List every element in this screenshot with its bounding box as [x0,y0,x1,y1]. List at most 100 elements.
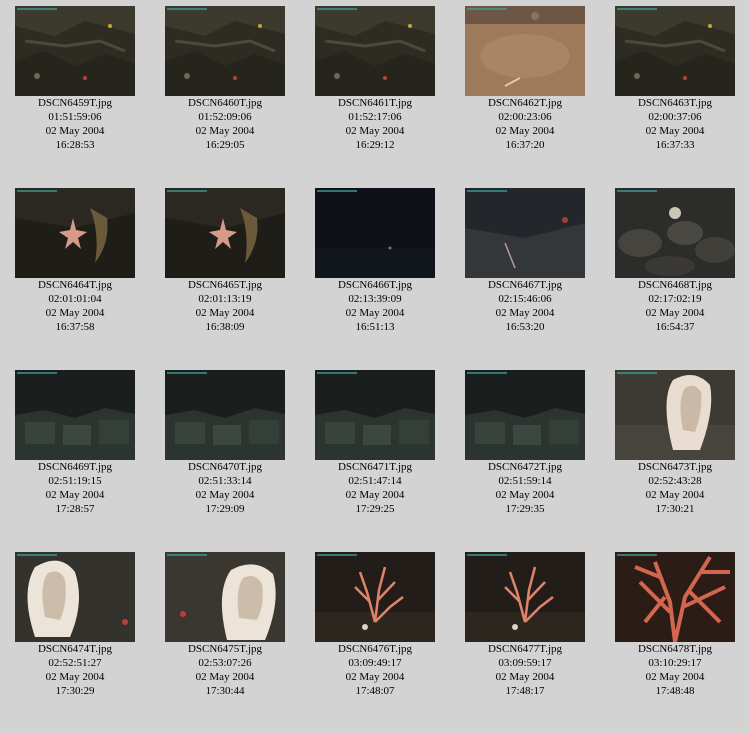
filename-caption: DSCN6475T.jpg [187,643,263,655]
filename-caption: DSCN6465T.jpg [187,279,263,291]
thumbnail-image-link[interactable] [465,188,585,278]
elapsed-caption: 01:51:59:06 [48,111,102,123]
thumbnail-image-link[interactable] [465,6,585,96]
filename-caption: DSCN6476T.jpg [337,643,413,655]
thumbnail-image [315,552,435,642]
thumbnail-image-link[interactable] [165,552,285,642]
thumbnail-image [315,370,435,460]
thumbnail-image [615,6,735,96]
thumbnail-cell: DSCN6469T.jpg 02:51:19:15 02 May 2004 17:28… [5,370,145,516]
thumbnail-image-link[interactable] [15,6,135,96]
thumbnail-image-link[interactable] [15,552,135,642]
elapsed-caption: 02:01:13:19 [198,293,252,305]
thumbnail-image-link[interactable] [165,370,285,460]
time-caption: 16:53:20 [505,321,545,333]
time-caption: 17:30:29 [55,685,95,697]
elapsed-caption: 02:53:07:26 [198,657,252,669]
time-caption: 17:29:25 [355,503,395,515]
elapsed-caption: 02:15:46:06 [498,293,552,305]
elapsed-caption: 01:52:17:06 [348,111,402,123]
filename-caption: DSCN6477T.jpg [487,643,563,655]
thumbnail-image-link[interactable] [165,188,285,278]
time-caption: 17:30:21 [655,503,695,515]
time-caption: 16:38:09 [205,321,245,333]
filename-caption: DSCN6463T.jpg [637,97,713,109]
thumbnail-image [15,6,135,96]
time-caption: 17:29:35 [505,503,545,515]
date-caption: 02 May 2004 [195,125,255,137]
elapsed-caption: 02:52:51:27 [48,657,102,669]
thumbnail-image-link[interactable] [315,188,435,278]
elapsed-caption: 03:10:29:17 [648,657,702,669]
thumbnail-image-link[interactable] [315,552,435,642]
thumbnail-image-link[interactable] [15,370,135,460]
filename-caption: DSCN6460T.jpg [187,97,263,109]
thumbnail-cell: DSCN6461T.jpg 01:52:17:06 02 May 2004 16:29… [305,6,445,152]
date-caption: 02 May 2004 [495,307,555,319]
thumbnail-cell: DSCN6466T.jpg 02:13:39:09 02 May 2004 16:51… [305,188,445,334]
filename-caption: DSCN6464T.jpg [37,279,113,291]
date-caption: 02 May 2004 [345,307,405,319]
filename-caption: DSCN6471T.jpg [337,461,413,473]
elapsed-caption: 02:01:01:04 [48,293,102,305]
thumbnail-image [315,6,435,96]
date-caption: 02 May 2004 [495,489,555,501]
date-caption: 02 May 2004 [345,489,405,501]
filename-caption: DSCN6473T.jpg [637,461,713,473]
time-caption: 17:29:09 [205,503,245,515]
elapsed-caption: 02:13:39:09 [348,293,402,305]
thumbnail-cell: DSCN6473T.jpg 02:52:43:28 02 May 2004 17:30… [605,370,745,516]
elapsed-caption: 02:17:02:19 [648,293,702,305]
date-caption: 02 May 2004 [195,489,255,501]
time-caption: 16:29:12 [355,139,395,151]
thumbnail-cell: DSCN6477T.jpg 03:09:59:17 02 May 2004 17:48… [455,552,595,698]
date-caption: 02 May 2004 [195,671,255,683]
thumbnail-image-link[interactable] [165,6,285,96]
filename-caption: DSCN6478T.jpg [637,643,713,655]
filename-caption: DSCN6469T.jpg [37,461,113,473]
thumbnail-cell: DSCN6465T.jpg 02:01:13:19 02 May 2004 16:38… [155,188,295,334]
thumbnail-image [465,188,585,278]
thumbnail-cell: DSCN6460T.jpg 01:52:09:06 02 May 2004 16:29… [155,6,295,152]
elapsed-caption: 02:51:47:14 [348,475,402,487]
time-caption: 16:37:58 [55,321,95,333]
thumbnail-image-link[interactable] [315,370,435,460]
time-caption: 16:37:33 [655,139,695,151]
thumbnail-image [615,188,735,278]
thumbnail-grid: DSCN6459T.jpg 01:51:59:06 02 May 2004 16:28… [0,0,750,734]
date-caption: 02 May 2004 [645,489,705,501]
thumbnail-cell: DSCN6467T.jpg 02:15:46:06 02 May 2004 16:53… [455,188,595,334]
filename-caption: DSCN6470T.jpg [187,461,263,473]
thumbnail-image [315,188,435,278]
thumbnail-image-link[interactable] [315,6,435,96]
thumbnail-image-link[interactable] [615,552,735,642]
thumbnail-cell: DSCN6476T.jpg 03:09:49:17 02 May 2004 17:48… [305,552,445,698]
time-caption: 16:54:37 [655,321,695,333]
thumbnail-image [465,370,585,460]
time-caption: 17:28:57 [55,503,95,515]
date-caption: 02 May 2004 [495,671,555,683]
date-caption: 02 May 2004 [495,125,555,137]
date-caption: 02 May 2004 [345,671,405,683]
thumbnail-image-link[interactable] [465,552,585,642]
time-caption: 17:48:48 [655,685,695,697]
date-caption: 02 May 2004 [645,307,705,319]
thumbnail-image-link[interactable] [15,188,135,278]
thumbnail-image-link[interactable] [615,6,735,96]
filename-caption: DSCN6468T.jpg [637,279,713,291]
thumbnail-image-link[interactable] [615,188,735,278]
date-caption: 02 May 2004 [345,125,405,137]
thumbnail-image [465,6,585,96]
date-caption: 02 May 2004 [45,671,105,683]
thumbnail-image [165,188,285,278]
thumbnail-cell: DSCN6468T.jpg 02:17:02:19 02 May 2004 16:54… [605,188,745,334]
time-caption: 16:28:53 [55,139,95,151]
filename-caption: DSCN6461T.jpg [337,97,413,109]
thumbnail-image-link[interactable] [615,370,735,460]
elapsed-caption: 02:51:59:14 [498,475,552,487]
thumbnail-image-link[interactable] [465,370,585,460]
elapsed-caption: 02:00:23:06 [498,111,552,123]
elapsed-caption: 03:09:59:17 [498,657,552,669]
thumbnail-cell: DSCN6472T.jpg 02:51:59:14 02 May 2004 17:29… [455,370,595,516]
thumbnail-cell: DSCN6475T.jpg 02:53:07:26 02 May 2004 17:30… [155,552,295,698]
